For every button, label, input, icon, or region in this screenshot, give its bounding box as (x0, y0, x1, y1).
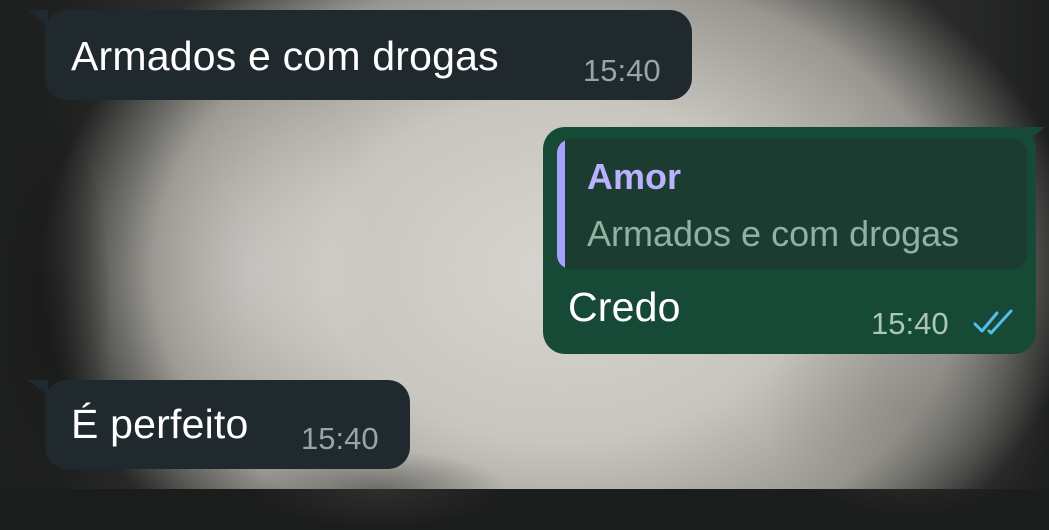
message-bubble-outgoing[interactable]: Amor Armados e com drogas Credo 15:40 (543, 127, 1036, 354)
bubble-tail-incoming (28, 380, 48, 396)
bubble-tail-incoming (28, 10, 48, 26)
message-text: Armados e com drogas (71, 33, 499, 79)
reply-quote-bar (557, 139, 565, 269)
message-bubble-incoming[interactable]: Armados e com drogas 15:40 (45, 10, 692, 100)
message-time: 15:40 (871, 306, 949, 341)
reply-quote[interactable]: Amor Armados e com drogas (557, 139, 1027, 269)
message-text: É perfeito (71, 401, 249, 447)
double-check-icon (973, 309, 1013, 335)
message-time: 15:40 (583, 53, 661, 88)
reply-author: Amor (587, 156, 682, 197)
message-bubble-incoming[interactable]: É perfeito 15:40 (45, 380, 410, 469)
message-time: 15:40 (301, 421, 379, 456)
message-text: Credo (568, 284, 681, 330)
reply-text: Armados e com drogas (587, 213, 960, 254)
